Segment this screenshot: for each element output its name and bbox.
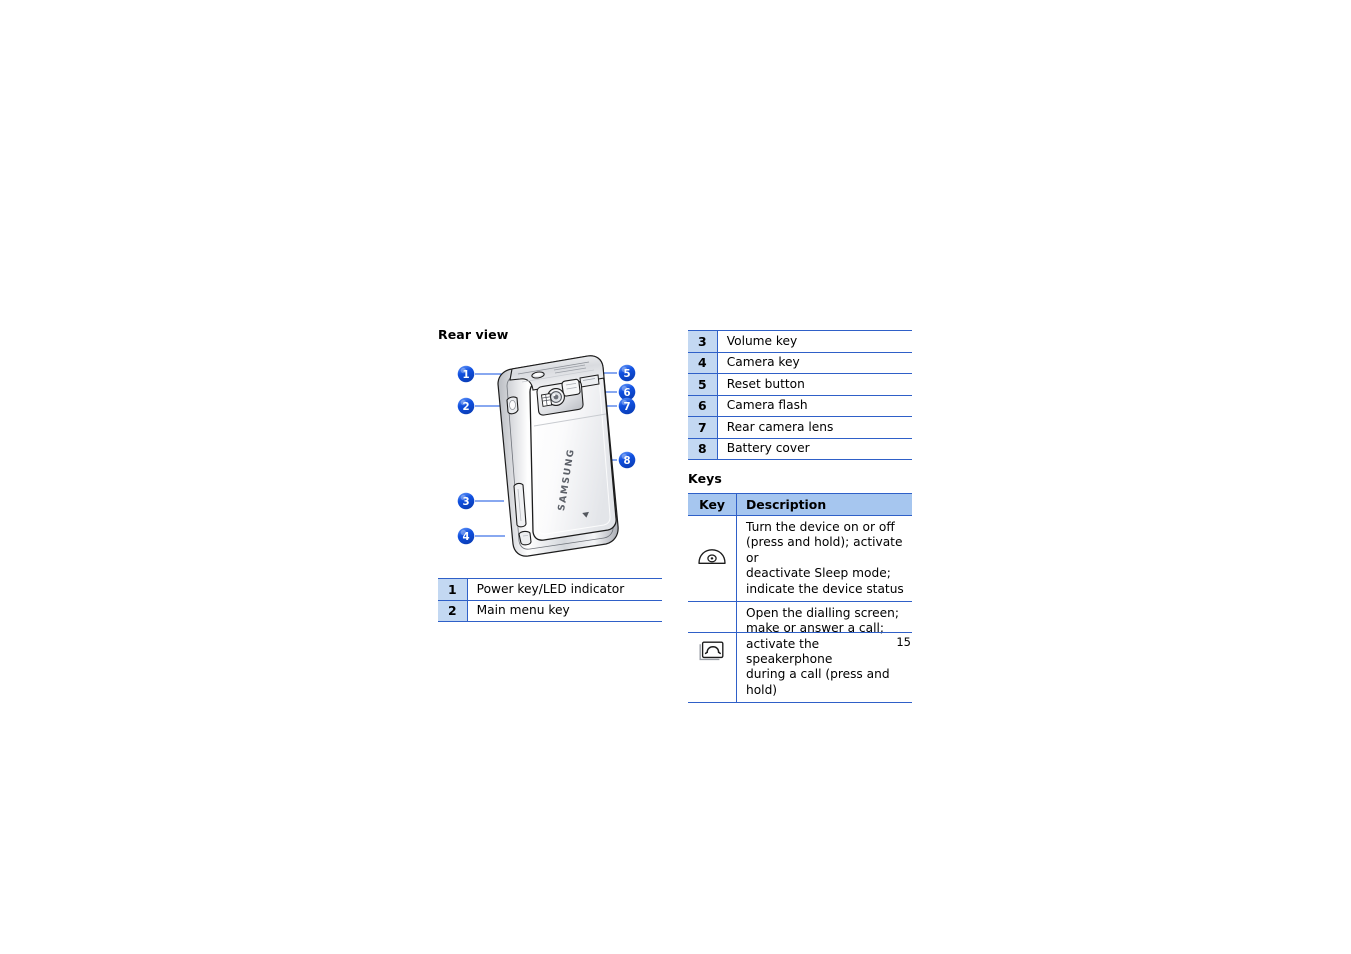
main-menu-key-on-device bbox=[506, 396, 519, 415]
row-number: 8 bbox=[688, 438, 718, 460]
row-number: 3 bbox=[688, 330, 718, 353]
table-row: 5 Reset button bbox=[688, 373, 912, 396]
call-key-icon bbox=[698, 641, 726, 665]
callout-3: 3 bbox=[457, 492, 475, 510]
row-number: 6 bbox=[688, 395, 718, 417]
rear-view-table-left: 1 Power key/LED indicator 2 Main menu ke… bbox=[438, 578, 662, 622]
callout-2: 2 bbox=[457, 397, 475, 415]
svg-text:4: 4 bbox=[462, 532, 469, 543]
callout-1: 1 bbox=[457, 365, 475, 383]
row-description: Main menu key bbox=[467, 600, 662, 622]
table-row: Turn the device on or off (press and hol… bbox=[688, 515, 912, 602]
rear-view-heading: Rear view bbox=[438, 327, 509, 342]
row-description: Reset button bbox=[717, 373, 912, 396]
callout-5: 5 bbox=[618, 364, 636, 382]
keys-table: Key Description Turn the device on or of… bbox=[688, 493, 912, 704]
svg-text:7: 7 bbox=[623, 402, 630, 413]
row-description: Camera key bbox=[717, 352, 912, 374]
callout-7: 7 bbox=[618, 397, 636, 415]
svg-text:1: 1 bbox=[462, 370, 469, 381]
table-row: 1 Power key/LED indicator bbox=[438, 578, 662, 601]
key-description-line: Open the dialling screen; bbox=[746, 605, 900, 620]
row-description: Power key/LED indicator bbox=[467, 578, 662, 601]
row-description: Rear camera lens bbox=[717, 416, 912, 439]
page-footer: 15 bbox=[688, 632, 912, 649]
table-row: 6 Camera flash bbox=[688, 395, 912, 417]
keys-heading: Keys bbox=[688, 471, 722, 486]
column-header-key: Key bbox=[688, 493, 737, 516]
power-key-icon-cell bbox=[688, 515, 737, 602]
page-number: 15 bbox=[896, 635, 911, 649]
svg-text:8: 8 bbox=[623, 456, 630, 467]
svg-text:5: 5 bbox=[623, 369, 630, 380]
row-number: 5 bbox=[688, 373, 718, 396]
key-description-line: during a call (press and hold) bbox=[746, 667, 890, 697]
callout-4: 4 bbox=[457, 527, 475, 545]
svg-text:6: 6 bbox=[623, 388, 630, 399]
table-row: 8 Battery cover bbox=[688, 438, 912, 460]
rear-view-table-right: 3 Volume key 4 Camera key 5 Reset button… bbox=[688, 330, 912, 460]
phone-device-drawing: SAMSUNG bbox=[497, 355, 619, 557]
table-row: 7 Rear camera lens bbox=[688, 416, 912, 439]
table-row: 4 Camera key bbox=[688, 352, 912, 374]
row-description: Camera flash bbox=[717, 395, 912, 417]
document-page: Rear view SAMSUNG 1 2 3 4 5 6 7 8 1 Powe… bbox=[0, 0, 1351, 954]
row-description: Volume key bbox=[717, 330, 912, 353]
key-description-line: Turn the device on or off bbox=[746, 520, 895, 534]
key-description-line: indicate the device status bbox=[746, 581, 904, 596]
table-row: 3 Volume key bbox=[688, 330, 912, 353]
power-key-icon bbox=[697, 549, 727, 568]
table-header-row: Key Description bbox=[688, 493, 912, 516]
camera-flash-on-device bbox=[561, 378, 581, 397]
key-description-line: deactivate Sleep mode; bbox=[746, 566, 891, 581]
key-description-line: (press and hold); activate or bbox=[746, 535, 903, 565]
table-row: Open the dialling screen; make or answer… bbox=[688, 601, 912, 704]
svg-text:3: 3 bbox=[462, 497, 469, 508]
row-number: 2 bbox=[438, 600, 468, 622]
camera-mirror-grid-on-device bbox=[540, 393, 553, 407]
svg-text:2: 2 bbox=[462, 402, 469, 413]
column-header-description: Description bbox=[736, 493, 912, 516]
footer-rule bbox=[688, 632, 912, 633]
row-number: 4 bbox=[688, 352, 718, 374]
row-number: 7 bbox=[688, 416, 718, 439]
call-key-icon-cell bbox=[688, 601, 737, 704]
callout-8: 8 bbox=[618, 451, 636, 469]
key-description: Turn the device on or off (press and hol… bbox=[736, 515, 912, 602]
row-description: Battery cover bbox=[717, 438, 912, 460]
row-number: 1 bbox=[438, 578, 468, 601]
rear-view-illustration: SAMSUNG 1 2 3 4 5 6 7 8 bbox=[438, 348, 662, 570]
key-description: Open the dialling screen; make or answer… bbox=[736, 601, 912, 704]
camera-key-on-device bbox=[518, 530, 532, 546]
table-row: 2 Main menu key bbox=[438, 600, 662, 622]
